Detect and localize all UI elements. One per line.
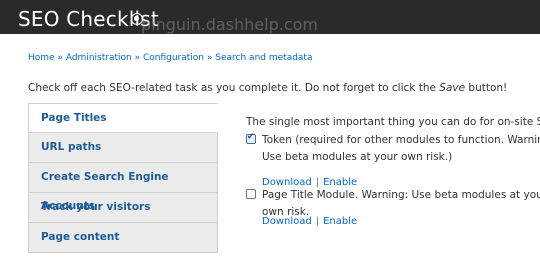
tab-page-titles[interactable]: Page Titles bbox=[28, 103, 218, 133]
breadcrumb-administration[interactable]: Administration bbox=[66, 53, 132, 63]
tab-track-visitors[interactable]: Track your visitors bbox=[28, 193, 218, 223]
tab-url-paths[interactable]: URL paths bbox=[28, 133, 218, 163]
intro-text-after: button! bbox=[465, 82, 508, 94]
tab-page-content[interactable]: Page content bbox=[28, 223, 218, 253]
breadcrumb-search-metadata[interactable]: Search and metadata bbox=[215, 53, 312, 63]
intro-text-before: Check off each SEO-related task as you c… bbox=[28, 82, 440, 94]
link-separator: | bbox=[315, 216, 320, 227]
tab-search-engine-accounts[interactable]: Create Search Engine Accounts bbox=[28, 163, 218, 212]
breadcrumb-separator: » bbox=[134, 53, 141, 63]
page-title-module-checkbox[interactable] bbox=[246, 189, 256, 199]
top-bar: SEO Checklist pinguin.dashhelp.com bbox=[0, 0, 540, 34]
page-title-module-links: Download | Enable bbox=[262, 216, 357, 227]
content-area: Home » Administration » Configuration » … bbox=[4, 34, 540, 257]
token-label: Token (required for other modules to fun… bbox=[262, 134, 540, 163]
breadcrumb-home[interactable]: Home bbox=[28, 53, 55, 63]
page-title-download-link[interactable]: Download bbox=[262, 216, 312, 227]
intro-text-emphasis: Save bbox=[439, 82, 466, 94]
page-title-enable-link[interactable]: Enable bbox=[323, 216, 357, 227]
breadcrumb-separator: » bbox=[206, 53, 213, 63]
breadcrumb-configuration[interactable]: Configuration bbox=[143, 53, 204, 63]
intro-text: Check off each SEO-related task as you c… bbox=[28, 82, 507, 94]
watermark: pinguin.dashhelp.com bbox=[141, 15, 318, 34]
breadcrumb: Home » Administration » Configuration » … bbox=[28, 53, 312, 63]
breadcrumb-separator: » bbox=[57, 53, 63, 63]
token-checkbox[interactable] bbox=[246, 132, 256, 144]
vertical-tabs: Page Titles URL paths Create Search Engi… bbox=[28, 103, 218, 253]
panel-description: The single most important thing you can … bbox=[246, 116, 540, 128]
